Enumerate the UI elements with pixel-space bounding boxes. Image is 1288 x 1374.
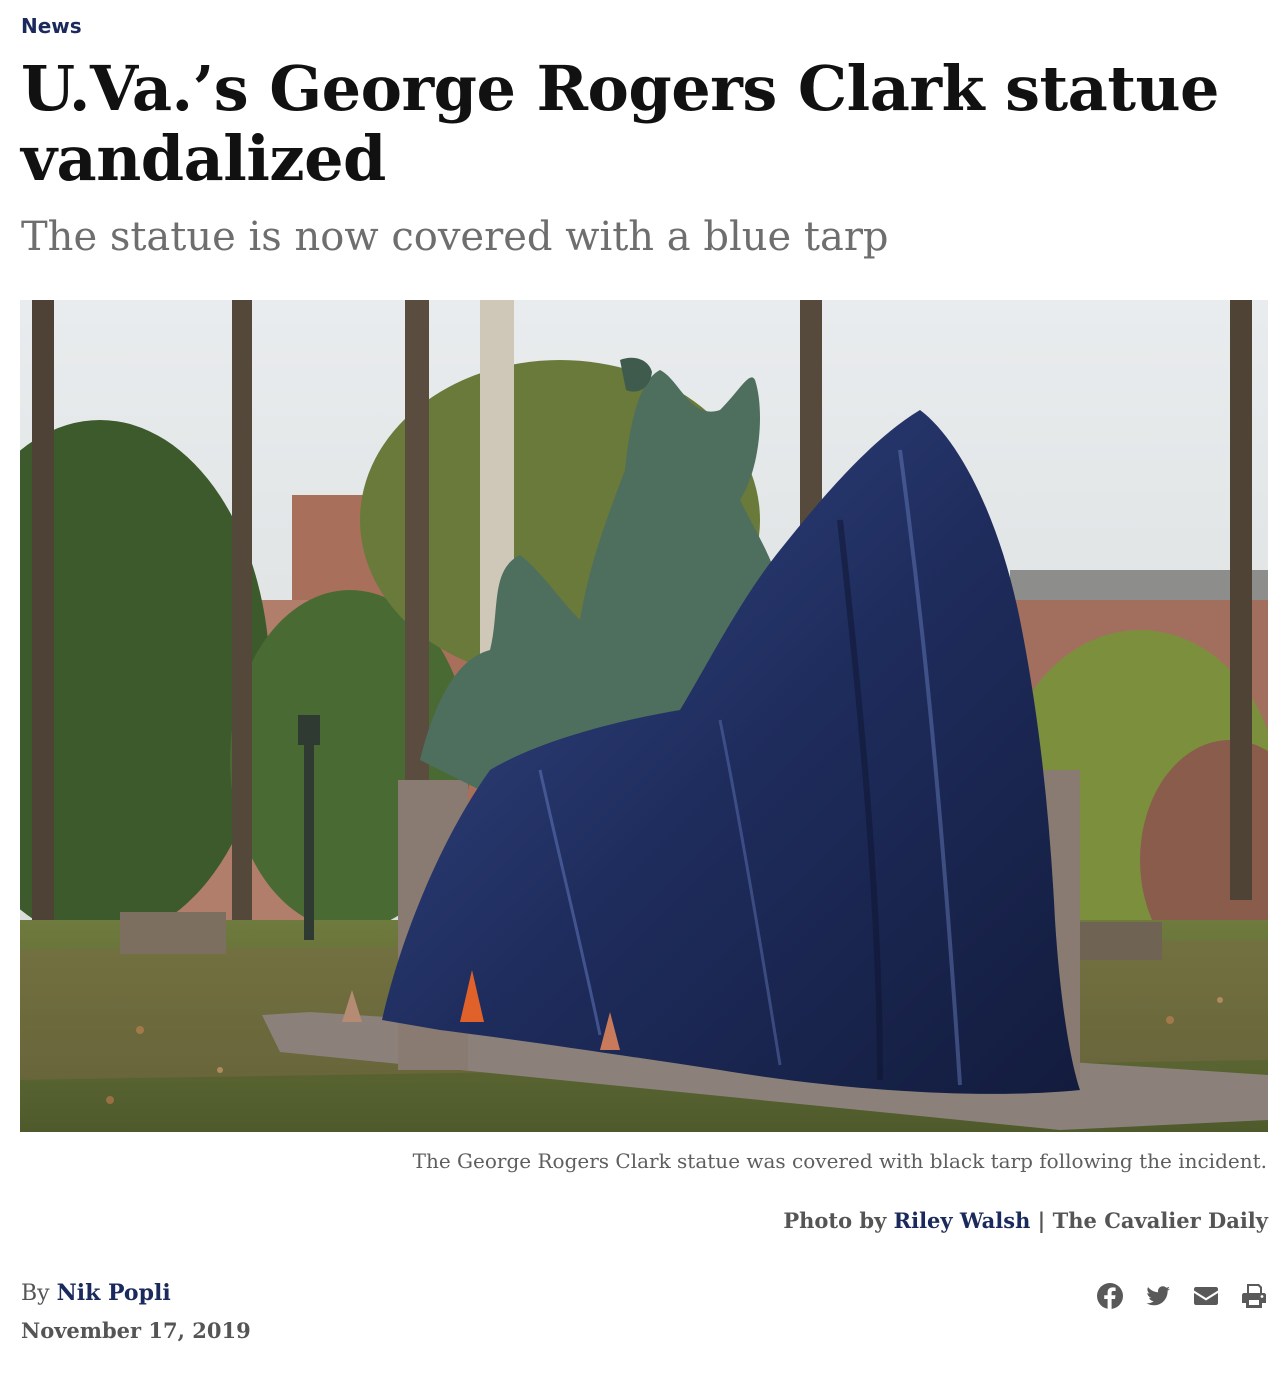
- twitter-icon[interactable]: [1144, 1282, 1172, 1310]
- photographer-link[interactable]: Riley Walsh: [894, 1208, 1031, 1233]
- facebook-icon[interactable]: [1096, 1282, 1124, 1310]
- author-link[interactable]: Nik Popli: [57, 1280, 171, 1306]
- share-toolbar: [1096, 1282, 1268, 1310]
- photo-credit-separator: |: [1037, 1208, 1046, 1233]
- publish-date: November 17, 2019: [21, 1318, 251, 1343]
- article-photo: [20, 300, 1268, 1132]
- email-icon[interactable]: [1192, 1282, 1220, 1310]
- photo-credit-prefix: Photo by: [783, 1208, 887, 1233]
- photo-caption: The George Rogers Clark statue was cover…: [412, 1149, 1267, 1173]
- article-headline: U.Va.’s George Rogers Clark statue vanda…: [21, 52, 1220, 195]
- byline: By Nik Popli: [21, 1280, 171, 1306]
- photo-credit: Photo by Riley Walsh | The Cavalier Dail…: [783, 1208, 1268, 1233]
- print-icon[interactable]: [1240, 1282, 1268, 1310]
- article-subhead: The statue is now covered with a blue ta…: [21, 214, 889, 260]
- byline-prefix: By: [21, 1281, 50, 1306]
- photo-credit-outlet: The Cavalier Daily: [1052, 1208, 1268, 1233]
- section-label-news[interactable]: News: [21, 14, 82, 38]
